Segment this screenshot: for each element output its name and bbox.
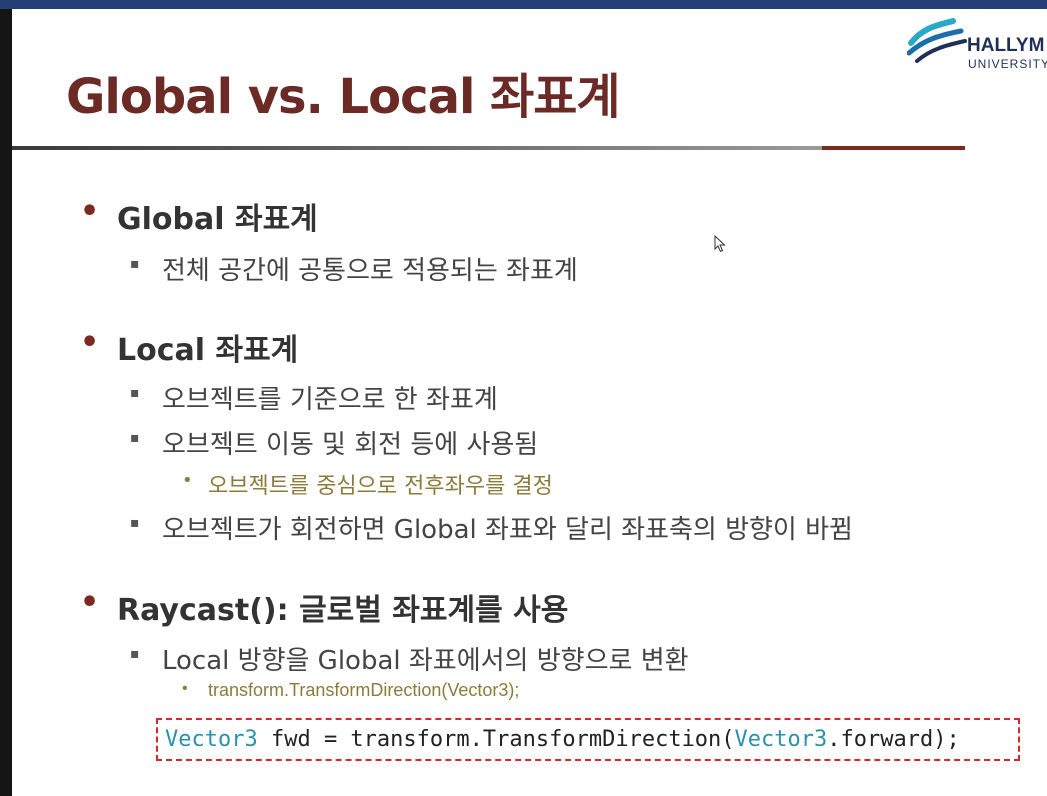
sub-sub-bullet-glyph: • <box>182 680 188 697</box>
code-token: fwd = transform.TransformDirection( <box>257 727 735 752</box>
slide: Global vs. Local 좌표계 HALLYM UNIVERSITY •… <box>12 9 1047 796</box>
sub-bullet-text: 오브젝트를 기준으로 한 좌표계 <box>162 385 498 415</box>
sub-sub-bullet-glyph: • <box>182 470 193 491</box>
code-token: .forward); <box>827 727 960 752</box>
sub-bullet-glyph: ▪ <box>130 430 140 446</box>
top-bar <box>0 0 1047 9</box>
sub-bullet-glyph: ▪ <box>130 646 140 662</box>
sub-bullet-text: Local 방향을 Global 좌표에서의 방향으로 변환 <box>162 646 689 676</box>
code-snippet: Vector3 fwd = transform.TransformDirecti… <box>156 718 1020 761</box>
logo-name: HALLYM <box>967 35 1045 56</box>
slide-title: Global vs. Local 좌표계 <box>66 69 621 125</box>
code-type-token: Vector3 <box>165 727 258 752</box>
sub-bullet: ▪ 오브젝트가 회전하면 Global 좌표와 달리 좌표축의 방향이 바뀜 <box>130 509 853 546</box>
left-edge-bar <box>0 9 12 796</box>
logo-subtitle: UNIVERSITY <box>968 57 1047 71</box>
sub-bullet-text: 오브젝트가 회전하면 Global 좌표와 달리 좌표축의 방향이 바뀜 <box>162 515 853 545</box>
bullet-global: • Global 좌표계 <box>80 194 318 238</box>
bullet-glyph: • <box>80 585 100 620</box>
sub-sub-bullet-text: 오브젝트를 중심으로 전후좌우를 결정 <box>208 474 553 499</box>
title-rule-accent <box>822 146 965 150</box>
bullet-glyph: • <box>80 325 100 360</box>
bullet-text: Global 좌표계 <box>117 202 318 237</box>
title-rule-grey <box>12 146 822 150</box>
sub-bullet-glyph: ▪ <box>130 385 140 401</box>
bullet-text: Local 좌표계 <box>117 333 299 368</box>
sub-bullet-text: 전체 공간에 공통으로 적용되는 좌표계 <box>162 256 578 286</box>
wave-logo-icon <box>907 18 967 63</box>
sub-bullet-text: 오브젝트 이동 및 회전 등에 사용됨 <box>162 430 539 460</box>
sub-bullet: ▪ 전체 공간에 공통으로 적용되는 좌표계 <box>130 250 578 287</box>
sub-bullet: ▪ 오브젝트 이동 및 회전 등에 사용됨 <box>130 424 539 461</box>
sub-sub-bullet: • 오브젝트를 중심으로 전후좌우를 결정 <box>182 468 553 500</box>
sub-bullet-glyph: ▪ <box>130 515 140 531</box>
sub-sub-bullet-text: transform.TransformDirection(Vector3); <box>208 680 520 700</box>
bullet-glyph: • <box>80 194 100 229</box>
bullet-text: Raycast(): 글로벌 좌표계를 사용 <box>117 593 569 628</box>
sub-bullet-glyph: ▪ <box>130 256 140 272</box>
code-type-token: Vector3 <box>734 727 828 752</box>
mouse-cursor-icon <box>714 235 726 253</box>
sub-bullet: ▪ 오브젝트를 기준으로 한 좌표계 <box>130 379 498 416</box>
sub-bullet: ▪ Local 방향을 Global 좌표에서의 방향으로 변환 <box>130 640 689 677</box>
bullet-raycast: • Raycast(): 글로벌 좌표계를 사용 <box>80 585 569 629</box>
sub-sub-bullet: • transform.TransformDirection(Vector3); <box>182 680 520 701</box>
university-logo: HALLYM UNIVERSITY <box>907 13 1047 73</box>
bullet-local: • Local 좌표계 <box>80 325 299 369</box>
